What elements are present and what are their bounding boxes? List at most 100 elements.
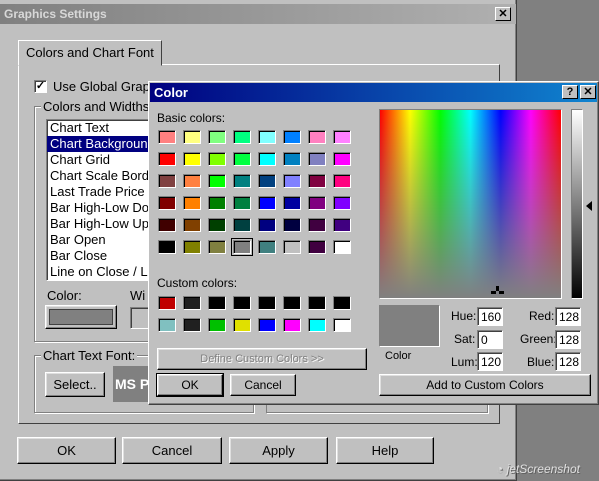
list-item[interactable]: Bar Open — [47, 232, 153, 248]
help-button[interactable]: Help — [336, 437, 434, 464]
basic-color-swatch[interactable] — [308, 218, 326, 232]
basic-color-swatch[interactable] — [208, 196, 226, 210]
red-field[interactable]: 128 — [555, 307, 581, 326]
luminance-arrow-icon[interactable] — [586, 201, 592, 211]
basic-color-swatch[interactable] — [333, 174, 351, 188]
list-item[interactable]: Bar High-Low Do — [47, 200, 153, 216]
custom-color-swatch[interactable] — [158, 296, 176, 310]
basic-color-swatch[interactable] — [308, 174, 326, 188]
custom-color-swatch[interactable] — [208, 296, 226, 310]
close-icon[interactable]: ✕ — [495, 7, 511, 21]
basic-color-swatch[interactable] — [231, 238, 253, 256]
basic-color-swatch[interactable] — [183, 196, 201, 210]
basic-color-swatch[interactable] — [233, 130, 251, 144]
basic-color-swatch[interactable] — [233, 174, 251, 188]
basic-color-swatch[interactable] — [183, 174, 201, 188]
basic-color-swatch[interactable] — [208, 152, 226, 166]
lum-field[interactable]: 120 — [477, 352, 503, 371]
basic-color-swatch[interactable] — [308, 196, 326, 210]
custom-color-swatch[interactable] — [183, 296, 201, 310]
basic-color-swatch[interactable] — [333, 240, 351, 254]
custom-color-swatch[interactable] — [333, 296, 351, 310]
basic-color-swatch[interactable] — [283, 174, 301, 188]
basic-color-swatch[interactable] — [183, 130, 201, 144]
sat-field[interactable]: 0 — [477, 330, 503, 349]
tab-colors-and-chart-font[interactable]: Colors and Chart Font — [18, 40, 162, 66]
custom-color-swatch[interactable] — [308, 318, 326, 332]
list-item[interactable]: Last Trade Price — [47, 184, 153, 200]
basic-color-swatch[interactable] — [333, 196, 351, 210]
ok-button[interactable]: OK — [17, 437, 116, 464]
basic-color-swatch[interactable] — [258, 174, 276, 188]
basic-color-swatch[interactable] — [158, 174, 176, 188]
luminance-bar[interactable] — [571, 109, 583, 299]
basic-color-swatch[interactable] — [183, 152, 201, 166]
custom-color-swatch[interactable] — [258, 318, 276, 332]
color-cancel-button[interactable]: Cancel — [230, 374, 296, 396]
basic-color-swatch[interactable] — [333, 130, 351, 144]
basic-color-swatch[interactable] — [258, 196, 276, 210]
hue-saturation-spectrum[interactable] — [379, 109, 562, 299]
custom-color-swatch[interactable] — [283, 318, 301, 332]
basic-color-swatch[interactable] — [308, 152, 326, 166]
blue-label: Blue: — [527, 355, 555, 369]
basic-color-swatch[interactable] — [258, 130, 276, 144]
basic-color-swatch[interactable] — [208, 218, 226, 232]
basic-color-swatch[interactable] — [333, 152, 351, 166]
basic-color-swatch[interactable] — [158, 240, 176, 254]
custom-color-swatch[interactable] — [208, 318, 226, 332]
select-font-button[interactable]: Select.. — [45, 372, 105, 397]
custom-color-swatch[interactable] — [283, 296, 301, 310]
custom-color-swatch[interactable] — [233, 318, 251, 332]
basic-color-swatch[interactable] — [233, 152, 251, 166]
basic-color-swatch[interactable] — [208, 240, 226, 254]
basic-color-swatch[interactable] — [333, 218, 351, 232]
basic-color-swatch[interactable] — [258, 152, 276, 166]
basic-color-swatch[interactable] — [258, 218, 276, 232]
element-list[interactable]: Chart Text Chart Background Chart Grid Char… — [46, 119, 154, 281]
hue-field[interactable]: 160 — [477, 307, 503, 326]
basic-color-swatch[interactable] — [308, 130, 326, 144]
list-item[interactable]: Chart Background — [47, 136, 153, 152]
basic-color-swatch[interactable] — [158, 152, 176, 166]
basic-color-swatch[interactable] — [183, 240, 201, 254]
cancel-button[interactable]: Cancel — [122, 437, 222, 464]
basic-color-swatch[interactable] — [283, 130, 301, 144]
list-item[interactable]: Chart Text — [47, 120, 153, 136]
basic-color-swatch[interactable] — [158, 130, 176, 144]
basic-color-swatch[interactable] — [208, 130, 226, 144]
basic-color-swatch[interactable] — [158, 196, 176, 210]
blue-field[interactable]: 128 — [555, 352, 581, 371]
close-icon[interactable]: ✕ — [580, 85, 596, 99]
custom-color-swatch[interactable] — [183, 318, 201, 332]
basic-color-swatch[interactable] — [283, 152, 301, 166]
basic-color-swatch[interactable] — [283, 240, 301, 254]
color-swatch-button[interactable] — [45, 305, 117, 329]
color-ok-button[interactable]: OK — [156, 373, 224, 397]
use-global-checkbox[interactable]: ✓ — [34, 80, 47, 93]
list-item[interactable]: Chart Scale Bord — [47, 168, 153, 184]
custom-color-swatch[interactable] — [233, 296, 251, 310]
add-to-custom-colors-button[interactable]: Add to Custom Colors — [379, 374, 591, 396]
custom-color-swatch[interactable] — [158, 318, 176, 332]
green-field[interactable]: 128 — [555, 330, 581, 349]
basic-color-swatch[interactable] — [233, 218, 251, 232]
list-item[interactable]: Bar Close — [47, 248, 153, 264]
list-item[interactable]: Chart Grid — [47, 152, 153, 168]
list-item[interactable]: Line on Close / L — [47, 264, 153, 280]
basic-color-swatch[interactable] — [283, 196, 301, 210]
use-global-label: Use Global Grap — [53, 79, 150, 94]
basic-color-swatch[interactable] — [208, 174, 226, 188]
basic-color-swatch[interactable] — [283, 218, 301, 232]
basic-color-swatch[interactable] — [183, 218, 201, 232]
basic-color-swatch[interactable] — [258, 240, 276, 254]
basic-color-swatch[interactable] — [233, 196, 251, 210]
list-item[interactable]: Bar High-Low Up — [47, 216, 153, 232]
custom-color-swatch[interactable] — [258, 296, 276, 310]
apply-button[interactable]: Apply — [229, 437, 328, 464]
basic-color-swatch[interactable] — [308, 240, 326, 254]
help-icon[interactable]: ? — [562, 85, 578, 99]
custom-color-swatch[interactable] — [333, 318, 351, 332]
custom-color-swatch[interactable] — [308, 296, 326, 310]
basic-color-swatch[interactable] — [158, 218, 176, 232]
